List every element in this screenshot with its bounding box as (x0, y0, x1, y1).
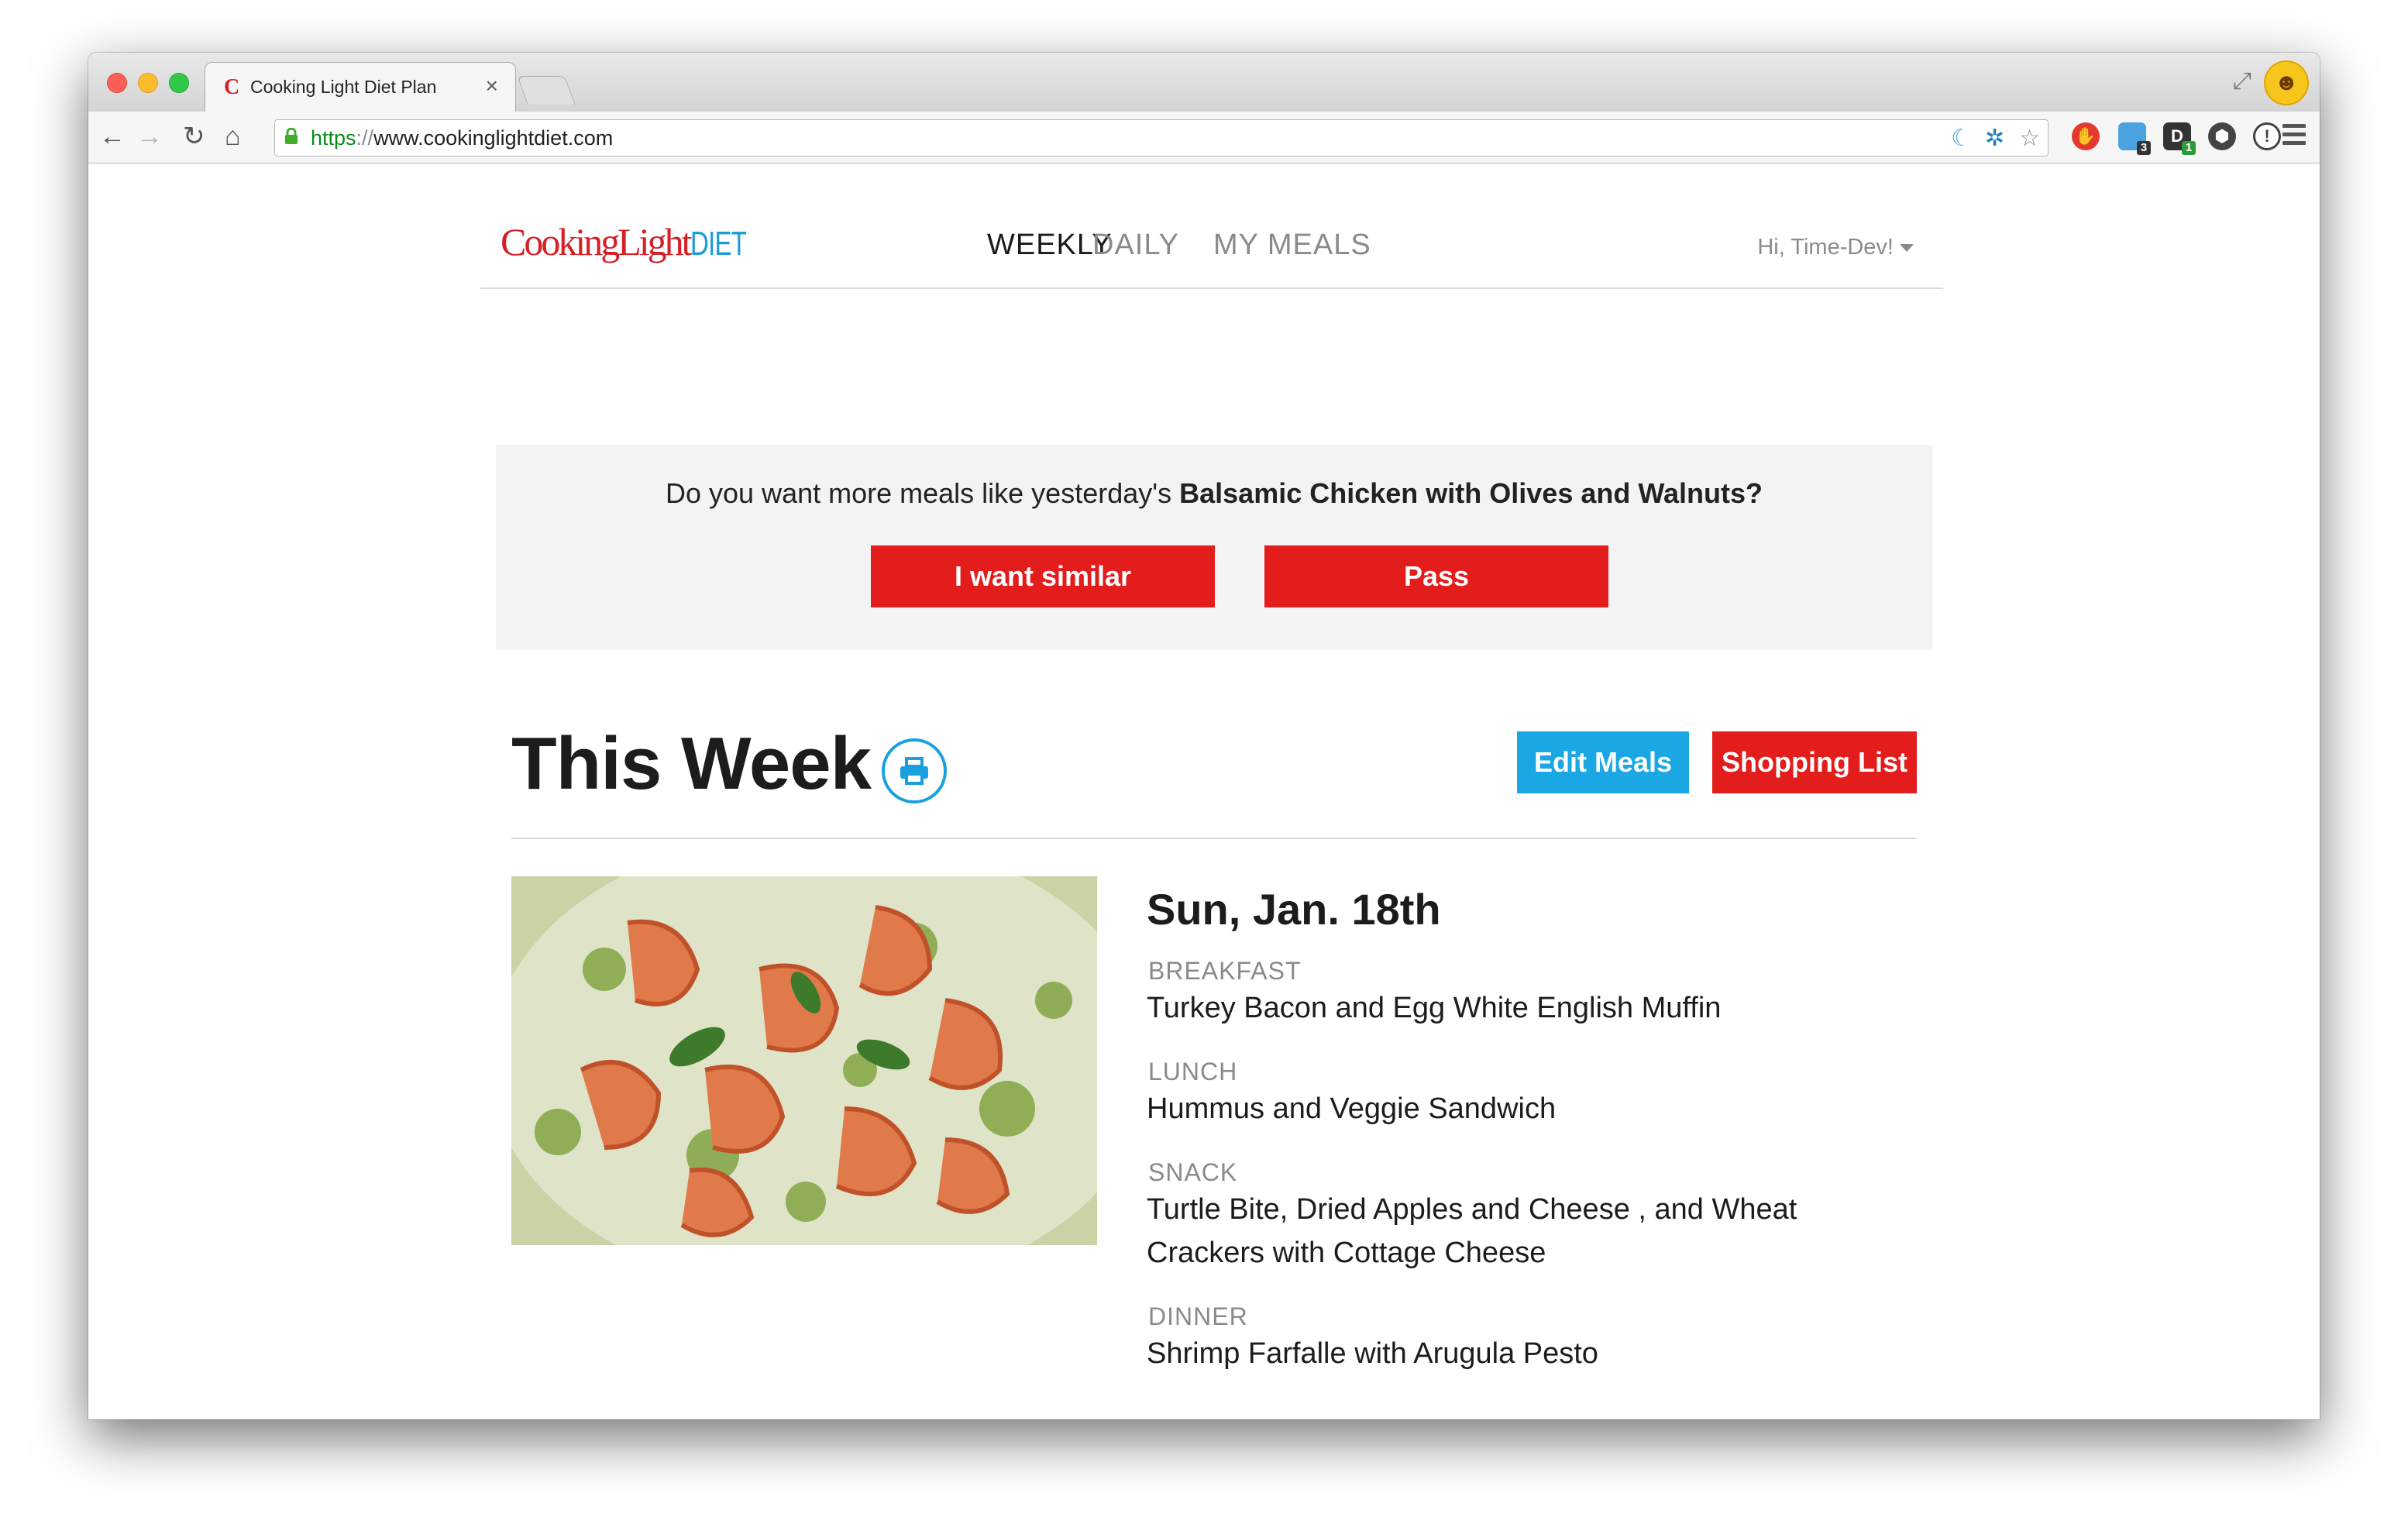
meal-link-dinner[interactable]: Shrimp Farfalle with Arugula Pesto (1147, 1332, 1906, 1375)
tab-close-icon[interactable]: × (486, 74, 498, 98)
d-extension-icon[interactable]: D 1 (2163, 122, 2196, 155)
page-content: CookingLightDIET WEEKLY DAILY MY MEALS H… (88, 163, 2320, 1419)
browser-window: C Cooking Light Diet Plan × ⤢ ☻ ← → ↻ ⌂ … (88, 53, 2320, 1419)
browser-tab[interactable]: C Cooking Light Diet Plan × (205, 62, 516, 112)
shopping-list-button[interactable]: Shopping List (1712, 731, 1917, 793)
caret-down-icon (1900, 244, 1914, 253)
meal-feedback-panel: Do you want more meals like yesterday's … (496, 445, 1932, 649)
meal-label-snack: SNACK (1148, 1158, 1238, 1186)
ghostery-extension-icon[interactable]: 3 (2118, 122, 2151, 155)
feedback-question: Do you want more meals like yesterday's … (666, 477, 1763, 509)
browser-menu-icon[interactable] (2282, 124, 2306, 146)
tab-title: Cooking Light Diet Plan (250, 77, 437, 97)
print-button[interactable] (882, 738, 947, 803)
minimize-window-button[interactable] (138, 73, 158, 93)
reload-icon[interactable]: ↻ (183, 121, 205, 152)
browser-toolbar: ← → ↻ ⌂ https://www.cookinglightdiet.com… (88, 112, 2320, 163)
home-icon[interactable]: ⌂ (225, 121, 241, 152)
url-text: https://www.cookinglightdiet.com (311, 126, 614, 150)
zoom-window-button[interactable] (169, 73, 189, 93)
user-greeting: Hi, Time-Dev! (1757, 235, 1894, 260)
cooking-light-favicon-icon: C (224, 75, 240, 99)
address-bar[interactable]: https://www.cookinglightdiet.com ☾ ✲ ☆ (274, 119, 2049, 157)
bookmark-star-icon[interactable]: ☆ (2019, 125, 2040, 152)
yesterday-meal-name: Balsamic Chicken with Olives and Walnuts… (1179, 477, 1763, 509)
meal-label-dinner: DINNER (1148, 1302, 1248, 1330)
pass-button[interactable]: Pass (1264, 545, 1608, 607)
new-tab-button[interactable] (517, 76, 576, 105)
user-menu[interactable]: Hi, Time-Dev! (1757, 235, 1914, 260)
sync-extension-icon[interactable]: ✲ (1985, 125, 2004, 152)
meal-link-lunch[interactable]: Hummus and Veggie Sandwich (1147, 1087, 1906, 1130)
back-arrow-icon[interactable]: ← (99, 121, 126, 152)
dinner-photo[interactable] (511, 876, 1097, 1245)
nav-my-meals[interactable]: MY MEALS (1213, 229, 1371, 262)
title-bar: C Cooking Light Diet Plan × ⤢ ☻ (88, 53, 2320, 112)
meal-label-breakfast: BREAKFAST (1148, 957, 1302, 985)
profile-avatar-icon[interactable]: ☻ (2264, 60, 2309, 105)
edit-meals-button[interactable]: Edit Meals (1517, 731, 1689, 793)
forward-arrow-icon[interactable]: → (136, 121, 163, 152)
cooking-light-diet-logo[interactable]: CookingLightDIET (501, 219, 765, 264)
hexagon-extension-icon[interactable]: ⬢ (2208, 122, 2236, 150)
close-window-button[interactable] (107, 73, 127, 93)
printer-icon (900, 757, 928, 785)
want-similar-button[interactable]: I want similar (871, 545, 1215, 607)
info-extension-icon[interactable]: ! (2253, 122, 2281, 150)
nav-daily[interactable]: DAILY (1092, 229, 1179, 262)
adblock-extension-icon[interactable]: ✋ (2072, 122, 2100, 150)
lock-icon (285, 128, 298, 144)
meal-link-snack[interactable]: Turtle Bite, Dried Apples and Cheese , a… (1147, 1188, 1906, 1275)
fullscreen-icon[interactable]: ⤢ (2233, 68, 2251, 95)
shrimp-farfalle-image (511, 876, 1097, 1245)
meal-label-lunch: LUNCH (1148, 1058, 1238, 1085)
section-divider (511, 838, 1917, 839)
moon-extension-icon[interactable]: ☾ (1951, 125, 1972, 152)
site-header: CookingLightDIET WEEKLY DAILY MY MEALS H… (480, 163, 1943, 289)
meal-link-breakfast[interactable]: Turkey Bacon and Egg White English Muffi… (1147, 986, 1906, 1030)
page-title: This Week (511, 722, 872, 805)
day-title: Sun, Jan. 18th (1147, 885, 1441, 934)
